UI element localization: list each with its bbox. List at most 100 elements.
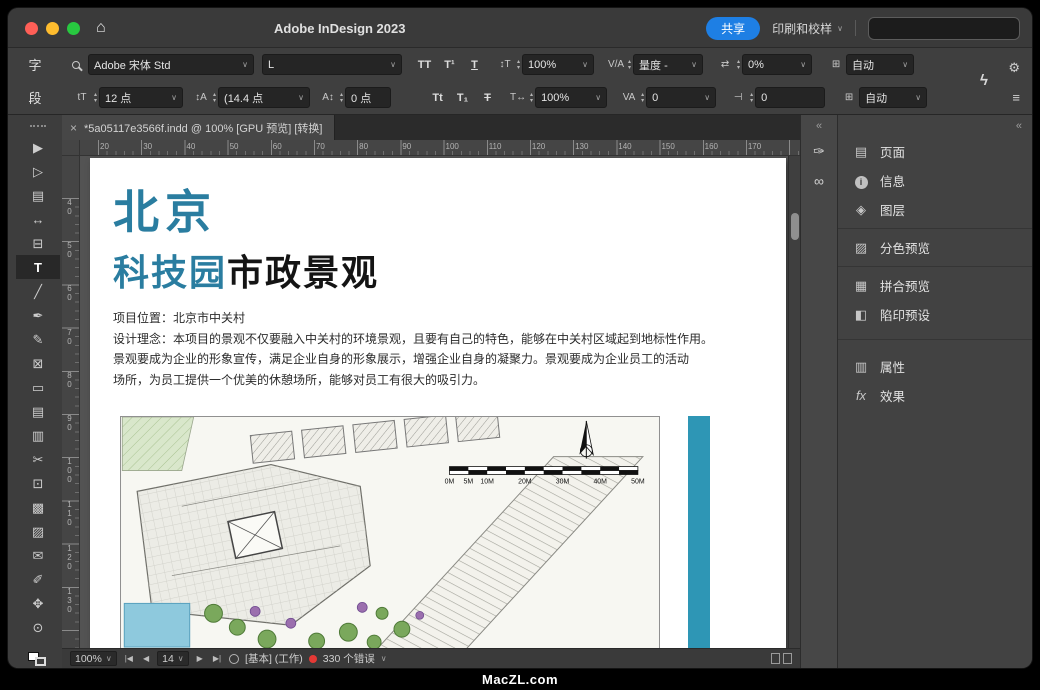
page-tool[interactable]: ▤ xyxy=(16,183,60,207)
font-size-field[interactable]: 12 点 ∨ xyxy=(99,87,183,108)
hand-tool[interactable]: ✥ xyxy=(16,591,60,615)
horizontal-scale-field[interactable]: 100% ∨ xyxy=(535,87,607,108)
scale-label: 30M xyxy=(556,478,570,485)
stroke-swatch[interactable] xyxy=(35,657,46,666)
workspace-dropdown[interactable]: 印刷和校样 ∨ xyxy=(772,20,843,37)
direct-selection-tool[interactable]: ▷ xyxy=(16,159,60,183)
scale-label: 40M xyxy=(593,478,607,485)
content-collector-tool[interactable]: ⊟ xyxy=(16,231,60,255)
first-page-button[interactable]: |◀ xyxy=(123,654,135,663)
pages-panel[interactable]: ▤ 页面 xyxy=(838,137,1032,166)
next-page-button[interactable]: ▶ xyxy=(195,654,205,663)
gpu-performance-icon[interactable]: ϟ xyxy=(980,72,988,89)
search-input[interactable] xyxy=(868,17,1020,40)
font-size-stepper[interactable]: ▴▾ xyxy=(94,92,97,104)
trap-presets-panel[interactable]: ◧ 陷印预设 xyxy=(838,300,1032,329)
page-body-text: 项目位置：北京市中关村设计理念：本项目的景观不仅要融入中关村的环境景观，且要有自… xyxy=(113,308,713,390)
panel-icon: ◈ xyxy=(851,202,871,218)
line-tool[interactable]: ╱ xyxy=(16,279,60,303)
scrollbar-thumb[interactable] xyxy=(791,213,799,240)
zoom-window-button[interactable] xyxy=(67,22,80,35)
links-panel[interactable]: ∞ xyxy=(801,166,837,195)
chevron-down-icon: ∨ xyxy=(238,60,248,69)
vertical-scale-field[interactable]: 100% ∨ xyxy=(522,54,594,75)
zoom-level-dropdown[interactable]: 100% ∨ xyxy=(70,651,117,666)
close-tab-icon[interactable]: × xyxy=(70,121,77,135)
scissors-tool[interactable]: ✂ xyxy=(16,447,60,471)
aki-spacing-stepper[interactable]: ▴▾ xyxy=(750,92,753,104)
baseline-shift-stepper[interactable]: ▴▾ xyxy=(340,92,343,104)
pencil-tool[interactable]: ✎ xyxy=(16,327,60,351)
cc-libraries-panel[interactable]: ✑ xyxy=(801,137,837,166)
gear-icon[interactable]: ⚙ xyxy=(1008,60,1020,76)
type-tool[interactable]: T xyxy=(16,255,60,279)
all-caps-button[interactable]: TT xyxy=(412,54,437,75)
layers-panel[interactable]: ◈ 图层 xyxy=(838,195,1032,224)
gradient-swatch-tool[interactable]: ▩ xyxy=(16,495,60,519)
last-page-button[interactable]: ▶| xyxy=(211,654,223,663)
attributes-panel[interactable]: ▥ 属性 xyxy=(838,352,1032,381)
leading-field[interactable]: (14.4 点 ∨ xyxy=(218,87,310,108)
grid-alignment-dropdown-2[interactable]: 自动 ∨ xyxy=(859,87,927,108)
subscript-button[interactable]: T₁ xyxy=(450,87,475,108)
character-controls-tab[interactable]: 字 xyxy=(8,48,62,81)
paragraph-controls-tab[interactable]: 段 xyxy=(8,81,62,114)
tracking-stepper[interactable]: ▴▾ xyxy=(641,92,644,104)
separations-preview-panel[interactable]: ▨ 分色预览 xyxy=(838,233,1032,262)
tracking-field[interactable]: 0 ∨ xyxy=(646,87,716,108)
previous-page-button[interactable]: ◀ xyxy=(141,654,151,663)
effects-panel[interactable]: fx 效果 xyxy=(838,381,1032,410)
strikethrough-button[interactable]: T xyxy=(475,87,500,108)
free-transform-tool[interactable]: ⊡ xyxy=(16,471,60,495)
eyedropper-tool[interactable]: ✐ xyxy=(16,567,60,591)
horizontal-grid-tool[interactable]: ▤ xyxy=(16,399,60,423)
panel-menu-icon[interactable]: ≡ xyxy=(1012,90,1020,105)
horizontal-scale-stepper[interactable]: ▴▾ xyxy=(530,92,533,104)
fill-stroke-swatches[interactable] xyxy=(28,652,48,666)
document-tab[interactable]: × *5a05117e3566f.indd @ 100% [GPU 预览] [转… xyxy=(62,115,335,140)
proportional-spacing-field[interactable]: 0% ∨ xyxy=(742,54,812,75)
info-panel[interactable]: i 信息 xyxy=(838,166,1032,195)
panel-icon: ▨ xyxy=(851,240,871,256)
ruler-origin-box[interactable] xyxy=(62,140,80,156)
small-caps-button[interactable]: Tt xyxy=(425,87,450,108)
rectangle-frame-tool[interactable]: ⊠ xyxy=(16,351,60,375)
vertical-grid-tool[interactable]: ▥ xyxy=(16,423,60,447)
vertical-scale-stepper[interactable]: ▴▾ xyxy=(517,59,520,71)
preflight-icon[interactable] xyxy=(229,654,239,664)
rectangle-tool[interactable]: ▭ xyxy=(16,375,60,399)
minimize-window-button[interactable] xyxy=(46,22,59,35)
superscript-button[interactable]: T¹ xyxy=(437,54,462,75)
font-style-dropdown[interactable]: L ∨ xyxy=(262,54,402,75)
pen-tool[interactable]: ✒ xyxy=(16,303,60,327)
kerning-field[interactable]: 量度 - ∨ xyxy=(633,54,703,75)
collapse-panels-icon[interactable]: « xyxy=(838,115,1032,137)
gradient-feather-tool[interactable]: ▨ xyxy=(16,519,60,543)
vertical-scrollbar[interactable] xyxy=(788,156,800,648)
selection-tool[interactable]: ▶ xyxy=(16,135,60,159)
font-search-icon[interactable] xyxy=(72,61,80,69)
toolbar-grip[interactable] xyxy=(30,125,46,127)
flattener-preview-panel[interactable]: ▦ 拼合预览 xyxy=(838,271,1032,300)
page-view-icons[interactable] xyxy=(771,653,792,664)
preflight-menu-icon[interactable]: ∨ xyxy=(381,654,387,663)
underline-button[interactable]: T xyxy=(462,54,487,75)
aki-spacing-field[interactable]: 0 xyxy=(755,87,825,108)
proportional-spacing-stepper[interactable]: ▴▾ xyxy=(737,59,740,71)
font-family-dropdown[interactable]: Adobe 宋体 Std ∨ xyxy=(88,54,254,75)
kerning-stepper[interactable]: ▴▾ xyxy=(628,59,631,71)
preflight-profile: [基本] (工作) xyxy=(245,651,303,666)
page-number-dropdown[interactable]: 14 ∨ xyxy=(157,651,189,666)
pasteboard[interactable]: 北京 科技园市政景观 项目位置：北京市中关村设计理念：本项目的景观不仅要融入中关… xyxy=(80,156,788,648)
baseline-shift-field[interactable]: 0 点 xyxy=(345,87,391,108)
note-tool[interactable]: ✉ xyxy=(16,543,60,567)
share-button[interactable]: 共享 xyxy=(706,17,760,40)
expand-panels-icon[interactable]: « xyxy=(801,115,837,137)
gap-tool[interactable]: ↔ xyxy=(16,207,60,231)
home-icon[interactable]: ⌂ xyxy=(96,8,106,48)
zoom-tool[interactable]: ⊙ xyxy=(16,615,60,639)
vertical-ruler: 405060708090100110120130 xyxy=(62,156,80,648)
leading-stepper[interactable]: ▴▾ xyxy=(213,92,216,104)
close-window-button[interactable] xyxy=(25,22,38,35)
grid-alignment-dropdown[interactable]: 自动 ∨ xyxy=(846,54,914,75)
